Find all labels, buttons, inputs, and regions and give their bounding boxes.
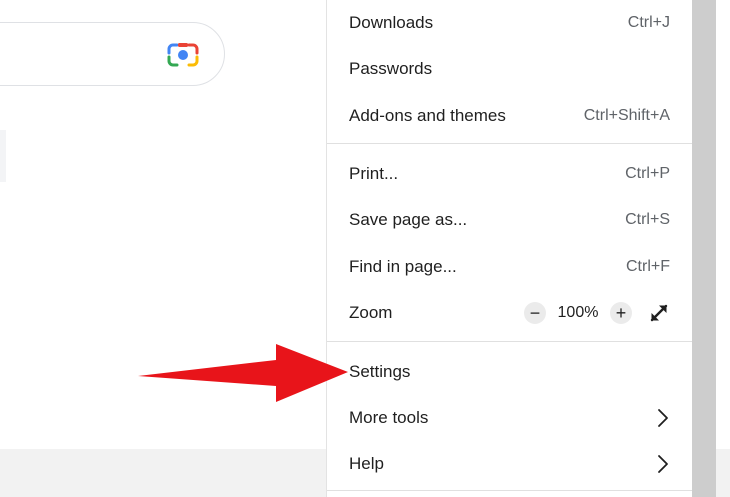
search-box[interactable] <box>0 22 225 86</box>
menu-item-shortcut: Ctrl+F <box>626 258 670 275</box>
menu-item-label: Print... <box>349 164 399 183</box>
zoom-out-button[interactable]: − <box>524 302 546 324</box>
menu-item-label: More tools <box>349 408 429 427</box>
menu-item-label: Save page as... <box>349 210 468 229</box>
menu-item-shortcut: Ctrl+P <box>625 165 670 182</box>
menu-item-label: Zoom <box>349 303 393 322</box>
browser-page: Downloads Ctrl+J Passwords Add-ons and t… <box>0 0 730 497</box>
menu-item-print[interactable]: Print... Ctrl+P <box>327 151 692 197</box>
fullscreen-icon[interactable] <box>648 302 670 324</box>
menu-item-label: Downloads <box>349 13 434 32</box>
menu-item-shortcut: Ctrl+S <box>625 211 670 228</box>
menu-item-shortcut: Ctrl+Shift+A <box>583 107 670 124</box>
menu-item-passwords[interactable]: Passwords <box>327 46 692 92</box>
menu-item-downloads[interactable]: Downloads Ctrl+J <box>327 0 692 46</box>
scrollbar[interactable] <box>692 0 716 497</box>
menu-item-label: Help <box>349 454 384 473</box>
red-arrow-annotation <box>138 344 348 402</box>
zoom-level: 100% <box>557 304 599 321</box>
menu-item-more-tools[interactable]: More tools <box>327 395 692 441</box>
menu-item-settings[interactable]: Settings <box>327 349 692 395</box>
menu-item-find[interactable]: Find in page... Ctrl+F <box>327 244 692 290</box>
menu-item-label: Add-ons and themes <box>349 106 506 125</box>
menu-item-label: Settings <box>349 362 411 381</box>
menu-item-shortcut: Ctrl+J <box>627 14 670 31</box>
zoom-in-button[interactable]: + <box>610 302 632 324</box>
menu-item-addons[interactable]: Add-ons and themes Ctrl+Shift+A <box>327 93 692 139</box>
zoom-controls: − 100% + <box>524 302 670 324</box>
browser-menu: Downloads Ctrl+J Passwords Add-ons and t… <box>326 0 692 497</box>
page-tile <box>0 130 6 182</box>
menu-item-label: Find in page... <box>349 257 457 276</box>
menu-divider <box>327 143 692 144</box>
menu-item-label: Passwords <box>349 59 433 78</box>
menu-item-zoom: Zoom − 100% + <box>327 290 692 336</box>
menu-divider <box>327 490 692 491</box>
menu-item-help[interactable]: Help <box>327 441 692 487</box>
google-lens-icon[interactable] <box>167 41 199 69</box>
chevron-right-icon <box>656 454 670 474</box>
menu-item-save-page[interactable]: Save page as... Ctrl+S <box>327 197 692 243</box>
menu-divider <box>327 341 692 342</box>
chevron-right-icon <box>656 408 670 428</box>
